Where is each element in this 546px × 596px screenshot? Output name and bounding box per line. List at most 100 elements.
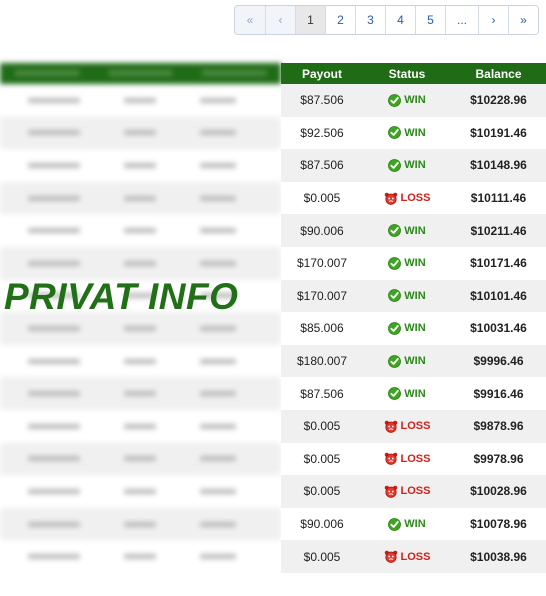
status-label: WIN <box>404 289 426 302</box>
table-row: $92.506 WIN $10191.46 <box>281 116 546 150</box>
table-row: $85.006 WIN $10031.46 <box>281 312 546 345</box>
balance-cell: $10028.96 <box>470 484 527 499</box>
payout-cell: $92.506 <box>300 125 344 140</box>
page-button[interactable]: 2 <box>325 6 355 34</box>
table-row: $0.005 LOSS $9978.96 <box>281 442 546 476</box>
table-row: $0.005 LOSS $10038.96 <box>281 540 546 573</box>
payout-cell: $0.005 <box>303 419 341 434</box>
status-cell: WIN <box>363 280 451 313</box>
table-row: $87.506 WIN $9916.46 <box>281 377 546 410</box>
privat-info-watermark: PRIVAT INFO <box>4 276 239 317</box>
red-alarm-icon <box>384 485 397 498</box>
green-check-icon <box>388 517 402 531</box>
balance-cell: $10111.46 <box>470 191 527 206</box>
status-cell: WIN <box>363 214 451 247</box>
payout-cell: $87.506 <box>300 158 344 173</box>
status-label: WIN <box>404 126 426 139</box>
page-button[interactable]: 4 <box>385 6 415 34</box>
blurred-row <box>0 540 281 573</box>
payout-cell: $90.006 <box>300 517 344 532</box>
status-label: WIN <box>404 387 426 400</box>
table-header: Payout Status Balance <box>281 63 546 84</box>
pagination: «‹ 1 2 3 4 5... ›» <box>234 5 539 35</box>
balance-cell: $10191.46 <box>470 125 527 140</box>
green-check-icon <box>388 322 402 335</box>
status-label: WIN <box>404 94 426 107</box>
payout-cell: $0.005 <box>303 451 341 466</box>
blurred-row <box>0 84 281 117</box>
red-alarm-icon <box>384 420 397 433</box>
status-cell: WIN <box>363 247 451 280</box>
balance-cell: $9916.46 <box>473 386 524 401</box>
payout-cell: $85.006 <box>300 321 344 336</box>
red-alarm-icon <box>384 550 397 563</box>
blurred-header <box>0 63 281 84</box>
status-label: WIN <box>404 355 426 368</box>
table-row: $170.007 WIN $10171.46 <box>281 246 546 280</box>
payout-cell: $87.506 <box>300 386 344 401</box>
blurred-row <box>0 181 281 215</box>
table-row: $180.007 WIN $9996.46 <box>281 344 546 378</box>
balance-cell: $10101.46 <box>470 288 527 303</box>
green-check-icon <box>388 387 402 401</box>
green-check-icon <box>388 289 402 303</box>
balance-cell: $9996.46 <box>473 354 524 369</box>
status-cell: WIN <box>363 149 451 182</box>
blurred-columns <box>0 63 281 577</box>
blurred-row <box>0 149 281 182</box>
page-button[interactable]: 5 <box>415 6 445 34</box>
green-check-icon <box>388 256 402 270</box>
status-cell: LOSS <box>363 475 451 508</box>
status-label: WIN <box>404 257 426 270</box>
green-check-icon <box>388 224 402 238</box>
balance-cell: $10228.96 <box>470 93 527 108</box>
payout-cell: $90.006 <box>300 223 344 238</box>
visible-columns: Payout Status Balance $87.506 WIN $10228.9… <box>281 63 546 573</box>
status-cell: WIN <box>363 312 451 345</box>
status-cell: LOSS <box>363 540 451 573</box>
table-row: $0.005 LOSS $9878.96 <box>281 409 546 443</box>
table-row: $87.506 WIN $10148.96 <box>281 149 546 182</box>
status-label: WIN <box>404 518 426 531</box>
red-alarm-icon <box>384 453 397 466</box>
page-button[interactable]: 3 <box>355 6 385 34</box>
payout-cell: $0.005 <box>303 549 341 564</box>
status-label: LOSS <box>400 420 431 433</box>
table-row: $90.006 WIN $10211.46 <box>281 214 546 247</box>
page-button[interactable]: » <box>508 6 538 34</box>
balance-cell: $10211.46 <box>470 223 527 238</box>
balance-cell: $9978.96 <box>473 451 524 466</box>
blurred-row <box>0 344 281 378</box>
table-row: $170.007 WIN $10101.46 <box>281 279 546 313</box>
balance-cell: $10031.46 <box>470 321 527 336</box>
page-button[interactable]: « <box>235 6 265 34</box>
page-button[interactable]: ... <box>445 6 478 34</box>
green-check-icon <box>388 126 402 140</box>
page-button[interactable]: › <box>478 6 508 34</box>
payout-cell: $170.007 <box>296 288 348 303</box>
table-row: $0.005 LOSS $10111.46 <box>281 181 546 215</box>
status-cell: WIN <box>363 508 451 541</box>
payout-cell: $87.506 <box>300 93 344 108</box>
blurred-row <box>0 116 281 150</box>
blurred-row <box>0 475 281 508</box>
blurred-row <box>0 377 281 410</box>
green-check-icon <box>388 159 402 172</box>
status-label: LOSS <box>400 550 431 563</box>
status-label: LOSS <box>400 192 431 205</box>
status-cell: LOSS <box>363 182 451 215</box>
header-balance: Balance <box>475 66 522 81</box>
status-label: WIN <box>404 322 426 335</box>
balance-cell: $10148.96 <box>470 158 527 173</box>
payout-cell: $0.005 <box>303 484 341 499</box>
blurred-row <box>0 214 281 247</box>
green-check-icon <box>388 354 402 368</box>
table-row: $87.506 WIN $10228.96 <box>281 84 546 117</box>
page-button[interactable]: ‹ <box>265 6 295 34</box>
page-button[interactable]: 1 <box>295 6 325 34</box>
blurred-row <box>0 246 281 280</box>
payout-cell: $170.007 <box>296 256 348 271</box>
status-label: WIN <box>404 159 426 172</box>
blurred-row <box>0 442 281 476</box>
status-cell: WIN <box>363 84 451 117</box>
